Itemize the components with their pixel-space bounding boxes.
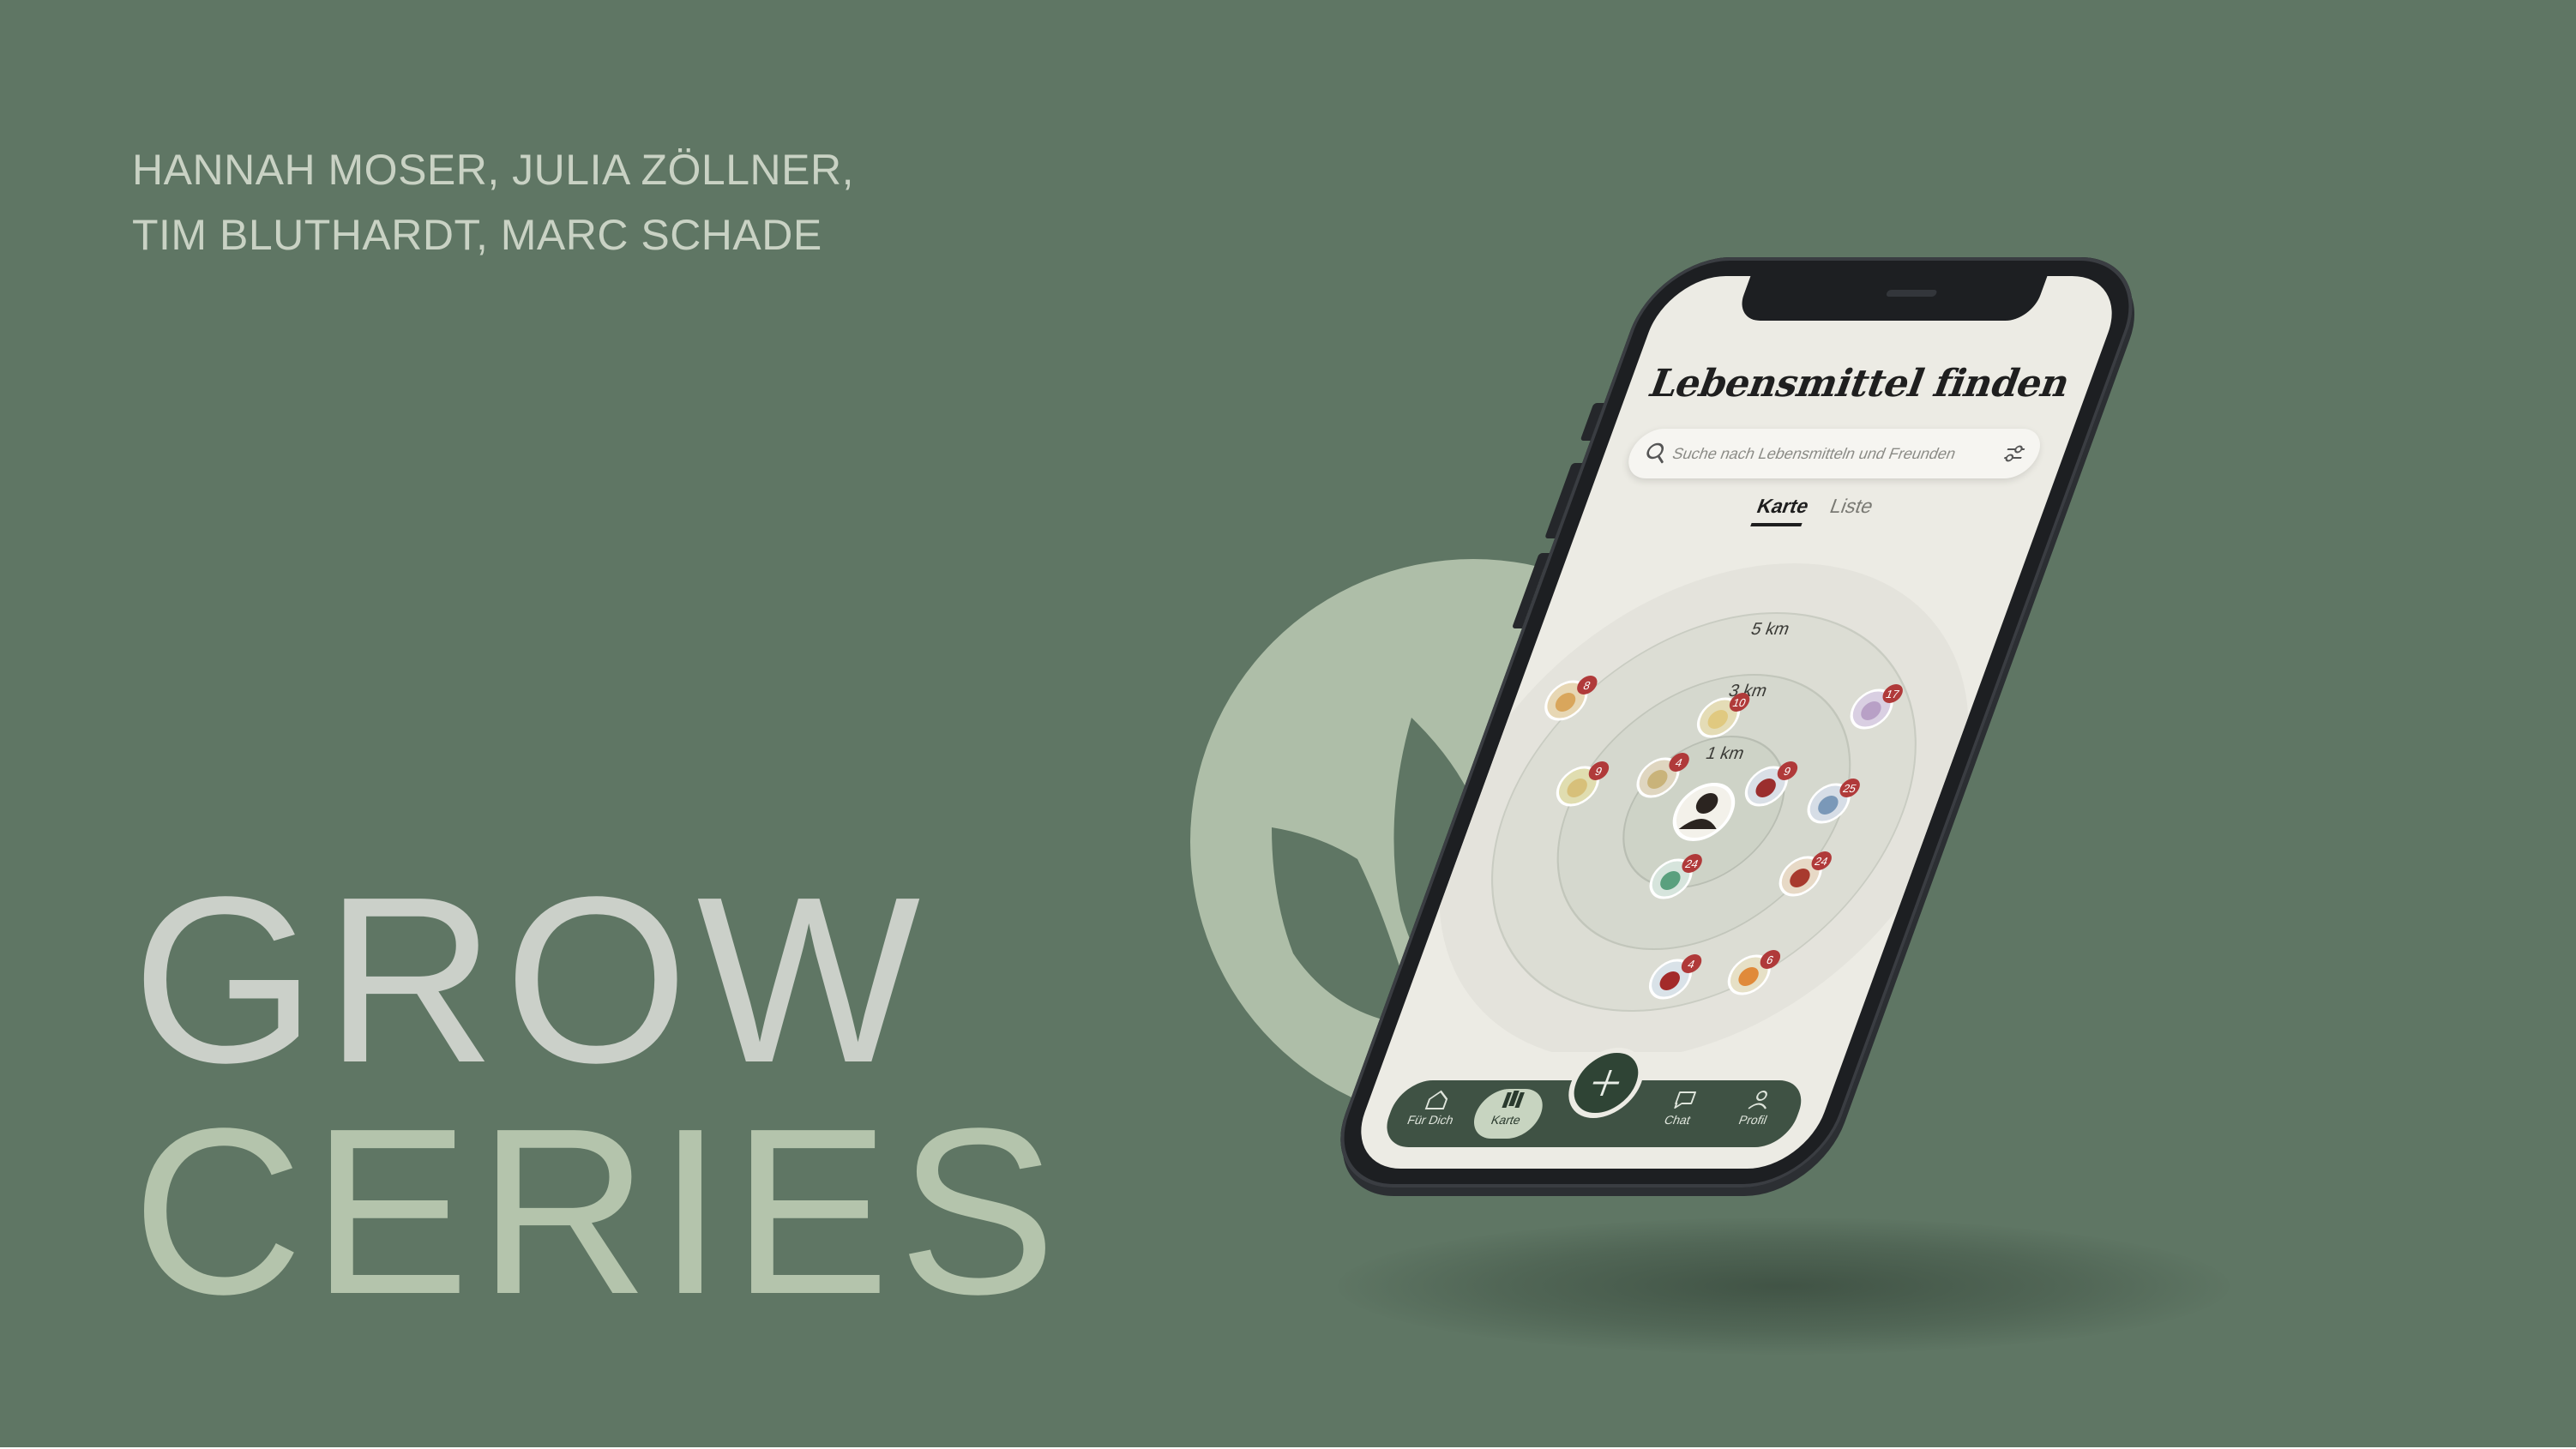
chat-icon bbox=[1674, 1091, 1697, 1109]
nav-label-karte: Karte bbox=[1489, 1113, 1523, 1127]
phone-shadow bbox=[1338, 1218, 2230, 1355]
profile-icon bbox=[1748, 1091, 1767, 1109]
ring-label-5km: 5 km bbox=[1748, 620, 1792, 639]
map-icon bbox=[1502, 1091, 1525, 1108]
search-bar[interactable]: Suche nach Lebensmitteln und Freunden bbox=[1621, 429, 2048, 478]
search-placeholder: Suche nach Lebensmitteln und Freunden bbox=[1670, 445, 1959, 462]
view-tabs: Karte Liste bbox=[1578, 495, 2049, 526]
home-icon bbox=[1424, 1090, 1448, 1109]
filter-icon[interactable] bbox=[1998, 442, 2031, 466]
title-line-2: CERIES bbox=[132, 1079, 1065, 1344]
authors-line-1: HANNAH MOSER, JULIA ZÖLLNER, bbox=[132, 146, 854, 194]
nav-label-fuer-dich: Für Dich bbox=[1405, 1113, 1456, 1127]
authors-line-2: TIM BLUTHARDT, MARC SCHADE bbox=[132, 211, 822, 259]
nav-label-chat: Chat bbox=[1662, 1113, 1693, 1127]
ring-label-1km: 1 km bbox=[1703, 744, 1747, 763]
tab-karte[interactable]: Karte bbox=[1750, 495, 1813, 526]
app-title: Lebensmittel finden bbox=[1642, 362, 2077, 406]
nav-fuer-dich[interactable]: Für Dich bbox=[1395, 1089, 1474, 1127]
notch bbox=[1734, 276, 2048, 321]
authors: HANNAH MOSER, JULIA ZÖLLNER, TIM BLUTHAR… bbox=[132, 137, 854, 268]
nav-profil[interactable]: Profil bbox=[1718, 1089, 1797, 1127]
tab-liste[interactable]: Liste bbox=[1825, 495, 1876, 523]
title-line-1: GROW bbox=[132, 848, 930, 1112]
nav-label-profil: Profil bbox=[1736, 1113, 1770, 1127]
nav-karte[interactable]: Karte bbox=[1466, 1089, 1550, 1139]
slide: HANNAH MOSER, JULIA ZÖLLNER, TIM BLUTHAR… bbox=[0, 0, 2576, 1447]
nav-chat[interactable]: Chat bbox=[1642, 1089, 1721, 1127]
search-icon bbox=[1646, 442, 1664, 464]
